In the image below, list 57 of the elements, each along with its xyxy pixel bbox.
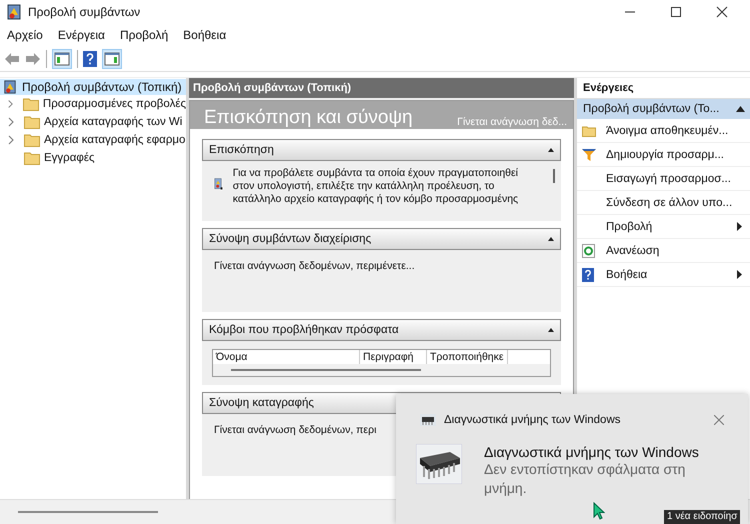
status-text: Γίνεται ανάγνωση δεδ... xyxy=(457,116,567,129)
scrollbar[interactable] xyxy=(553,169,555,183)
memory-chip-icon xyxy=(416,444,462,484)
notification-message: Δεν εντοπίστηκαν σφάλματα στη μνήμη. xyxy=(484,460,686,498)
app-name: Διαγνωστικά μνήμης των Windows xyxy=(444,414,620,426)
action-item[interactable]: Εισαγωγή προσαρμοσ... xyxy=(577,167,750,191)
window-title: Προβολή συμβάντων xyxy=(28,4,140,18)
loading-text: Γίνεται ανάγνωση δεδομένων, περι xyxy=(214,424,376,436)
close-icon[interactable] xyxy=(716,6,728,18)
tree-item[interactable]: Αρχεία καταγραφής εφαρμο xyxy=(24,133,186,147)
event-viewer-icon xyxy=(3,80,17,94)
folder-icon xyxy=(24,133,40,147)
action-item[interactable]: Ανανέωση xyxy=(577,239,750,263)
folder-icon xyxy=(24,115,40,129)
pane-header: Προβολή συμβάντων (Τοπική) xyxy=(189,78,574,98)
back-arrow-icon[interactable] xyxy=(4,52,20,66)
tree-item[interactable]: Εγγραφές xyxy=(24,151,94,165)
chip-icon xyxy=(420,414,436,426)
menu-item[interactable]: Προβολή xyxy=(120,28,168,42)
section-header[interactable]: Σύνοψη συμβάντων διαχείρισης xyxy=(202,228,561,250)
menu-item[interactable]: Αρχείο xyxy=(7,28,43,42)
chevron-icon[interactable] xyxy=(7,135,15,145)
folder-icon xyxy=(582,124,596,136)
section-header[interactable]: Κόμβοι που προβλήθηκαν πρόσφατα xyxy=(202,319,561,341)
maximize-icon[interactable] xyxy=(670,6,682,18)
pane-toggle-icon[interactable] xyxy=(52,49,72,69)
overview-paragraph: Για να προβάλετε συμβάντα τα οποία έχουν πραγματοποιηθεί στον υπολογιστή, επιλέξτε την κατάλληλη προέλευση, το κατάλληλο αρχείο καταγραφής ή τον κόμβο προσαρμοσμένης xyxy=(232,167,520,207)
notification-title: Διαγνωστικά μνήμης των Windows xyxy=(484,444,700,460)
tooltip: 1 νέα ειδοποίησ xyxy=(664,510,740,524)
section-header[interactable]: Επισκόπηση xyxy=(202,139,561,161)
action-item[interactable]: Προβολή xyxy=(577,215,750,239)
chevron-icon[interactable] xyxy=(7,117,15,127)
action-item[interactable]: Άνοιγμα αποθηκευμέν... xyxy=(577,119,750,143)
folder-icon xyxy=(22,97,39,111)
scrollbar[interactable] xyxy=(231,369,421,371)
action-item[interactable]: Σύνδεση σε άλλον υπο... xyxy=(577,191,750,215)
tree-item[interactable]: Αρχεία καταγραφής των Wi xyxy=(24,115,182,129)
menu-item[interactable]: Ενέργεια xyxy=(58,28,105,42)
tree-item[interactable]: Προβολή συμβάντων (Τοπική) xyxy=(0,79,186,95)
scrollbar[interactable] xyxy=(18,511,158,513)
action-item[interactable]: Βοήθεια xyxy=(577,263,750,287)
action-item[interactable]: Δημιουργία προσαρμ... xyxy=(577,143,750,167)
mouse-cursor-icon xyxy=(593,502,605,520)
menu-item[interactable]: Βοήθεια xyxy=(183,28,226,42)
pane-toggle-icon[interactable] xyxy=(102,49,122,69)
tree-item[interactable]: Προσαρμοσμένες προβολές xyxy=(22,97,186,111)
page-title: Επισκόπηση και σύνοψη xyxy=(204,107,413,129)
actions-group-header[interactable]: Προβολή συμβάντων (Το... xyxy=(577,99,750,119)
funnel-icon xyxy=(582,148,596,162)
event-viewer-icon xyxy=(6,4,22,20)
chevron-icon[interactable] xyxy=(7,99,14,109)
refresh-icon xyxy=(582,244,595,258)
help-icon xyxy=(582,268,594,282)
folder-icon xyxy=(24,151,40,165)
loading-text: Γίνεται ανάγνωση δεδομένων, περιμένετε... xyxy=(214,260,415,272)
help-icon[interactable] xyxy=(83,51,97,67)
forward-arrow-icon[interactable] xyxy=(25,52,41,66)
